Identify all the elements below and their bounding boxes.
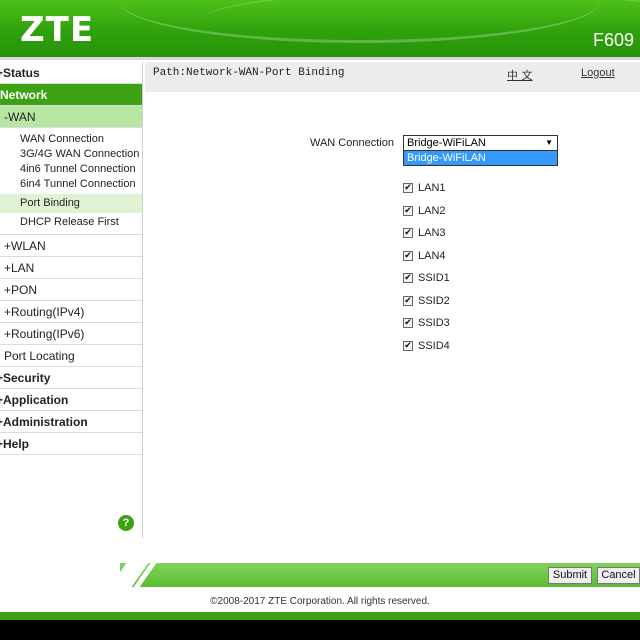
sidebar-item-network-sub[interactable]: +Routing(IPv6) (0, 323, 142, 345)
port-label: SSID1 (418, 272, 450, 284)
sidebar-item-network-sub[interactable]: Port Locating (0, 345, 142, 367)
bottom-bar (0, 612, 640, 620)
sidebar-item-wan-sub[interactable]: Port Binding (0, 194, 142, 213)
port-label: SSID3 (418, 317, 450, 329)
language-link[interactable]: 中 文 (507, 67, 533, 83)
port-checkbox[interactable]: ✔ (403, 250, 413, 261)
sidebar-item-network-sub[interactable]: +PON (0, 279, 142, 301)
header-banner: ZTE F609 (0, 0, 640, 57)
wan-connection-option[interactable]: Bridge-WiFiLAN (403, 151, 558, 166)
port-label: SSID2 (418, 294, 450, 307)
sidebar-item-help[interactable]: +Help (0, 433, 142, 455)
sidebar-item-network-sub[interactable]: +Routing(IPv4) (0, 301, 142, 323)
sidebar-item-network-sub[interactable]: +LAN (0, 257, 142, 279)
sidebar-item-wan[interactable]: -WAN (0, 106, 142, 128)
port-label: LAN4 (418, 249, 446, 262)
port-checkbox[interactable]: ✔ (403, 340, 413, 351)
port-checkbox[interactable]: ✔ (403, 228, 413, 238)
wan-connection-label: WAN Connection (310, 137, 394, 149)
header-swoosh (200, 0, 640, 52)
sidebar-item-network[interactable]: -Network (0, 84, 142, 106)
wan-submenu: WAN Connection 3G/4G WAN Connection 4in6 T… (0, 128, 142, 235)
breadcrumb: Path:Network-WAN-Port Binding (153, 67, 345, 79)
path-bar: Path:Network-WAN-Port Binding 中 文 Logout (145, 62, 640, 92)
network-submenu: +WLAN +LAN +PON +Routing(IPv4) +Routing(IPv6… (0, 235, 142, 367)
help-icon[interactable]: ? (118, 515, 134, 531)
port-checkbox[interactable]: ✔ (403, 273, 413, 283)
submit-button[interactable]: Submit (548, 567, 592, 584)
sidebar-item-wan-sub[interactable]: 4in6 Tunnel Connection (0, 162, 142, 177)
logout-link[interactable]: Logout (581, 67, 615, 79)
sidebar-item-status[interactable]: +Status (0, 62, 142, 84)
header-divider (0, 57, 640, 60)
sidebar-item-wan-sub[interactable]: 3G/4G WAN Connection (0, 147, 142, 162)
port-label: SSID4 (418, 339, 450, 352)
copyright-footer: ©2008-2017 ZTE Corporation. All rights r… (210, 596, 430, 607)
zte-logo: ZTE (20, 10, 95, 50)
sidebar-item-application[interactable]: +Application (0, 389, 142, 411)
cancel-button[interactable]: Cancel (597, 567, 640, 584)
sidebar: +Status -Network -WAN WAN Connection 3G/4… (0, 62, 143, 538)
port-checkbox[interactable]: ✔ (403, 318, 413, 328)
router-admin-page: ZTE F609 +Status -Network -WAN WAN Conne… (0, 0, 640, 620)
sidebar-item-wan-sub[interactable]: DHCP Release First (0, 215, 142, 230)
port-checkbox[interactable]: ✔ (403, 295, 413, 306)
port-checkbox[interactable]: ✔ (403, 205, 413, 216)
sidebar-item-network-sub[interactable]: +WLAN (0, 235, 142, 257)
port-label: LAN1 (418, 182, 446, 194)
port-label: LAN2 (418, 204, 446, 217)
wan-connection-value: Bridge-WiFiLAN (407, 137, 486, 149)
model-name: F609 (592, 30, 634, 50)
sidebar-item-wan-sub[interactable]: 6in4 Tunnel Connection (0, 177, 142, 192)
dropdown-arrow-icon: ▼ (545, 138, 553, 147)
wan-connection-select[interactable]: Bridge-WiFiLAN ▼ (403, 135, 558, 151)
sidebar-item-administration[interactable]: +Administration (0, 411, 142, 433)
port-checkbox[interactable]: ✔ (403, 183, 413, 193)
sidebar-item-wan-sub[interactable]: WAN Connection (0, 132, 142, 147)
port-label: LAN3 (418, 227, 446, 239)
sidebar-item-security[interactable]: +Security (0, 367, 142, 389)
